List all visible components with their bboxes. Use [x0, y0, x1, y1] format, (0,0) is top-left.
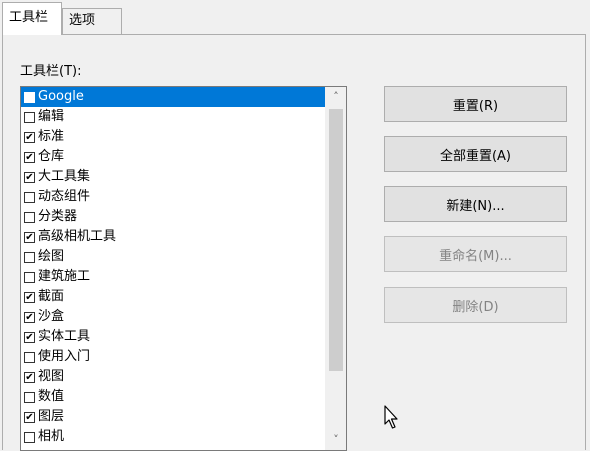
list-item-label: 动态组件 [38, 189, 91, 204]
toolbars-listbox[interactable]: Google 编辑 ✔ 标准 ✔ 仓库 ✔ 大工具集动态组件分类器 ✔ 高级相机工具 绘图建筑施工 ✔… [20, 86, 347, 451]
checkmark-icon: ✔ [25, 131, 34, 143]
checkmark-icon: ✔ [25, 291, 34, 303]
list-item[interactable]: 编辑 [21, 107, 327, 127]
checkbox[interactable] [24, 111, 35, 123]
checkbox[interactable] [24, 271, 35, 283]
list-item[interactable]: 建筑施工 [21, 267, 327, 287]
list-item-label: 视图 [38, 369, 65, 384]
list-item[interactable]: 使用入门 [21, 347, 327, 367]
checkmark-icon: ✔ [25, 411, 34, 423]
checkbox[interactable]: ✔ [24, 411, 35, 423]
tab-strip: 工具栏 选项 [0, 0, 590, 35]
list-item[interactable]: 数值 [21, 387, 327, 407]
delete-button: 删除(D) [384, 287, 567, 323]
checkmark-icon: ✔ [25, 371, 34, 383]
list-item[interactable]: 分类器 [21, 207, 327, 227]
list-item[interactable]: ✔ 仓库 [21, 147, 327, 167]
list-item-label: 建筑施工 [38, 269, 91, 284]
list-item-label: 使用入门 [38, 349, 91, 364]
checkbox[interactable]: ✔ [24, 171, 35, 183]
checkbox[interactable]: ✔ [24, 331, 35, 343]
checkmark-icon: ✔ [25, 231, 34, 243]
new-button[interactable]: 新建(N)... [384, 186, 567, 222]
list-item-label: 分类器 [38, 209, 78, 224]
list-item[interactable]: 绘图 [21, 247, 327, 267]
tab-toolbars[interactable]: 工具栏 [2, 2, 62, 35]
scrollbar-thumb[interactable] [329, 109, 343, 371]
checkbox[interactable] [24, 91, 35, 103]
checkbox[interactable]: ✔ [24, 311, 35, 323]
reset-button[interactable]: 重置(R) [384, 86, 567, 122]
list-item-label: 沙盒 [38, 309, 65, 324]
checkbox[interactable]: ✔ [24, 371, 35, 383]
list-item-label: 数值 [38, 389, 65, 404]
list-item-label: 大工具集 [38, 169, 91, 184]
checkmark-icon: ✔ [25, 311, 34, 323]
tab-options-label: 选项 [69, 13, 96, 28]
list-item-label: 标准 [38, 129, 65, 144]
checkbox[interactable] [24, 391, 35, 403]
checkmark-icon: ✔ [25, 331, 34, 343]
list-item-label: 编辑 [38, 109, 65, 124]
list-item[interactable]: 动态组件 [21, 187, 327, 207]
tab-options[interactable]: 选项 [62, 8, 122, 34]
checkmark-icon: ✔ [25, 171, 34, 183]
checkbox[interactable]: ✔ [24, 291, 35, 303]
list-item[interactable]: ✔ 截面 [21, 287, 327, 307]
list-item-label: 绘图 [38, 249, 65, 264]
mouse-pointer-icon [384, 405, 398, 429]
toolbars-list-label: 工具栏(T): [20, 64, 82, 79]
list-item[interactable]: 相机 [21, 427, 327, 447]
list-item-label: 仓库 [38, 149, 65, 164]
list-item-label: 实体工具 [38, 329, 91, 344]
list-item[interactable]: ✔ 视图 [21, 367, 327, 387]
list-item[interactable]: ✔ 沙盒 [21, 307, 327, 327]
checkbox[interactable] [24, 431, 35, 443]
list-item[interactable]: ✔ 图层 [21, 407, 327, 427]
rename-button: 重命名(M)... [384, 236, 567, 272]
scroll-down-arrow-icon[interactable]: ˅ [326, 430, 346, 450]
listbox-scrollbar[interactable]: ˄ ˅ [325, 87, 346, 450]
list-item[interactable]: ✔ 高级相机工具 [21, 227, 327, 247]
checkbox[interactable] [24, 251, 35, 263]
list-item[interactable]: ✔ 标准 [21, 127, 327, 147]
list-item-label: 高级相机工具 [38, 229, 117, 244]
list-item-label: 图层 [38, 409, 65, 424]
toolbars-list: Google 编辑 ✔ 标准 ✔ 仓库 ✔ 大工具集动态组件分类器 ✔ 高级相机工具 绘图建筑施工 ✔… [21, 87, 327, 447]
checkbox[interactable]: ✔ [24, 131, 35, 143]
checkmark-icon: ✔ [25, 151, 34, 163]
checkbox[interactable]: ✔ [24, 231, 35, 243]
list-item-label: 相机 [38, 429, 65, 444]
list-item-label: 截面 [38, 289, 65, 304]
list-item[interactable]: ✔ 实体工具 [21, 327, 327, 347]
checkbox[interactable] [24, 351, 35, 363]
tab-toolbars-label: 工具栏 [9, 10, 49, 25]
list-item[interactable]: Google [21, 87, 327, 107]
list-item-label: Google [38, 89, 84, 104]
checkbox[interactable] [24, 211, 35, 223]
checkbox[interactable] [24, 191, 35, 203]
scroll-up-arrow-icon[interactable]: ˄ [326, 87, 346, 107]
list-item[interactable]: ✔ 大工具集 [21, 167, 327, 187]
reset-all-button[interactable]: 全部重置(A) [384, 136, 567, 172]
checkbox[interactable]: ✔ [24, 151, 35, 163]
